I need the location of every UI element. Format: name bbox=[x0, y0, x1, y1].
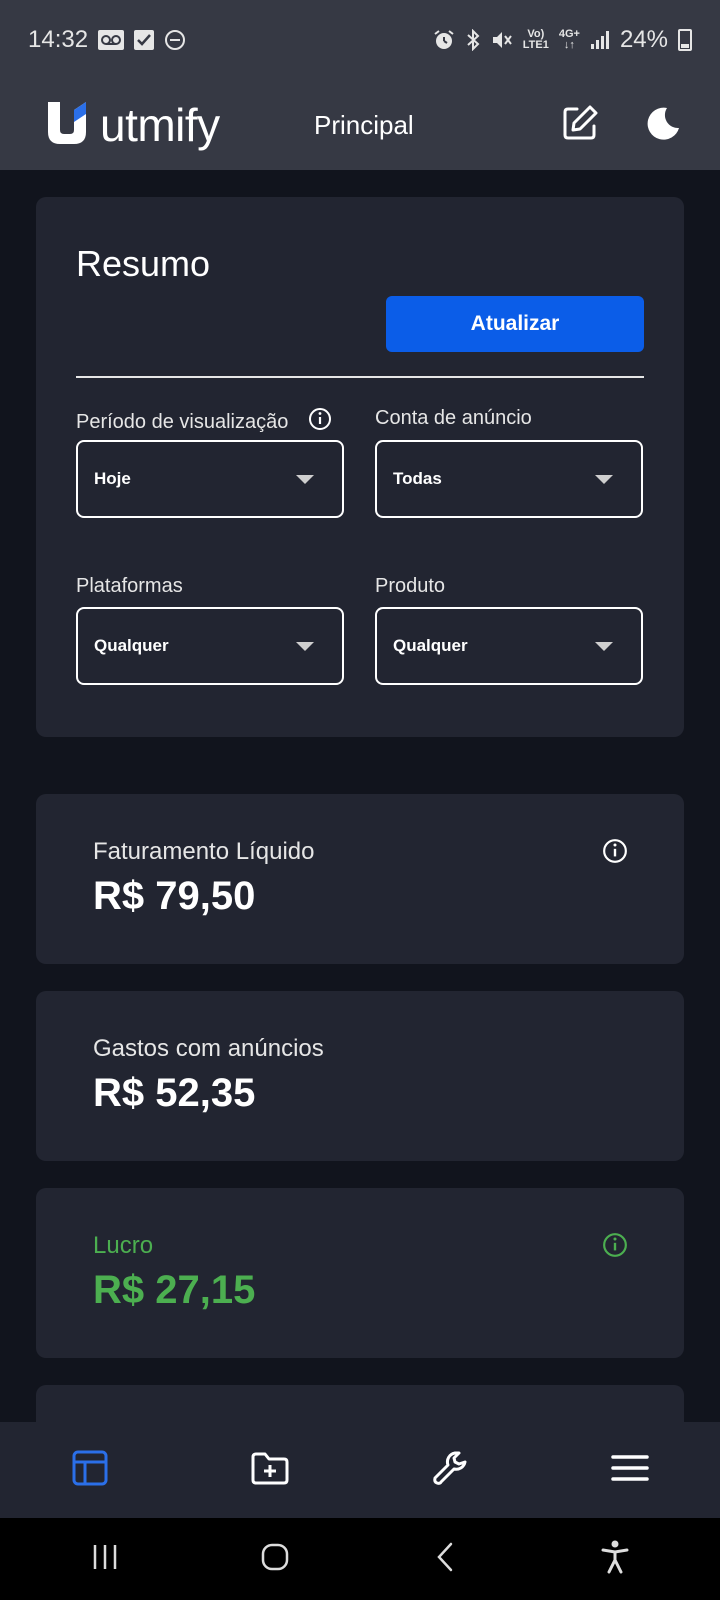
bottom-nav bbox=[0, 1422, 720, 1518]
alarm-icon bbox=[433, 29, 455, 51]
period-label-row: Período de visualização bbox=[76, 407, 332, 437]
signal-icon bbox=[590, 30, 610, 50]
header-actions bbox=[560, 80, 684, 170]
update-button[interactable]: Atualizar bbox=[386, 296, 644, 352]
platforms-label: Plataformas bbox=[76, 575, 183, 597]
edit-button[interactable] bbox=[560, 105, 600, 145]
dashboard-icon bbox=[71, 1449, 109, 1492]
network-type-bottom: ↓↑ bbox=[563, 39, 575, 51]
logo[interactable]: utmify bbox=[46, 98, 220, 152]
back-button[interactable] bbox=[405, 1529, 485, 1589]
moon-icon bbox=[647, 106, 681, 145]
account-label: Conta de anúncio bbox=[375, 407, 532, 429]
product-label: Produto bbox=[375, 575, 446, 597]
net-revenue-value: R$ 79,50 bbox=[93, 874, 256, 918]
platforms-label-row: Plataformas bbox=[76, 575, 183, 598]
bluetooth-icon bbox=[465, 29, 481, 51]
info-icon[interactable] bbox=[602, 1232, 628, 1258]
mute-icon bbox=[491, 29, 513, 51]
system-nav bbox=[0, 1518, 720, 1600]
info-icon[interactable] bbox=[602, 838, 628, 864]
account-label-row: Conta de anúncio bbox=[375, 407, 532, 430]
nav-dashboard[interactable] bbox=[45, 1425, 135, 1515]
battery-percent: 24% bbox=[619, 26, 668, 53]
voicemail-icon bbox=[98, 30, 125, 50]
do-not-disturb-icon bbox=[164, 29, 186, 51]
ad-spend-card: Gastos com anúncios R$ 52,35 bbox=[36, 991, 684, 1161]
folder-add-icon bbox=[250, 1449, 290, 1492]
period-value: Hoje bbox=[94, 469, 131, 488]
account-value: Todas bbox=[393, 469, 442, 488]
accessibility-button[interactable] bbox=[575, 1529, 655, 1589]
period-select[interactable]: Hoje bbox=[76, 440, 344, 518]
profit-label: Lucro bbox=[93, 1232, 154, 1259]
clock: 14:32 bbox=[28, 26, 89, 53]
product-select[interactable]: Qualquer bbox=[375, 607, 643, 685]
status-bar: 14:32 Vo) LTE1 4G+ ↓↑ 24% bbox=[0, 0, 720, 80]
summary-title: Resumo bbox=[76, 243, 211, 284]
ad-spend-label: Gastos com anúncios bbox=[93, 1035, 324, 1062]
product-value: Qualquer bbox=[393, 636, 468, 655]
accessibility-icon bbox=[601, 1540, 629, 1579]
wrench-icon bbox=[431, 1449, 469, 1492]
volte-bottom: LTE1 bbox=[522, 39, 549, 51]
status-right: Vo) LTE1 4G+ ↓↑ 24% bbox=[433, 26, 692, 54]
ad-spend-value: R$ 52,35 bbox=[93, 1071, 256, 1115]
nav-menu[interactable] bbox=[585, 1425, 675, 1515]
summary-card: Resumo Atualizar Período de visualização… bbox=[36, 197, 684, 737]
profit-card: Lucro R$ 27,15 bbox=[36, 1188, 684, 1358]
nav-new-folder[interactable] bbox=[225, 1425, 315, 1515]
logo-mark-icon bbox=[46, 100, 94, 151]
home-icon bbox=[260, 1542, 290, 1577]
home-button[interactable] bbox=[235, 1529, 315, 1589]
volte-icon: Vo) LTE1 bbox=[523, 29, 549, 51]
profit-value: R$ 27,15 bbox=[93, 1268, 256, 1312]
theme-toggle-button[interactable] bbox=[644, 105, 684, 145]
platforms-select[interactable]: Qualquer bbox=[76, 607, 344, 685]
edit-icon bbox=[561, 104, 599, 147]
recents-button[interactable] bbox=[65, 1529, 145, 1589]
status-left: 14:32 bbox=[28, 26, 186, 54]
chevron-down-icon bbox=[595, 641, 613, 651]
checkbox-icon bbox=[134, 30, 155, 50]
net-revenue-card: Faturamento Líquido R$ 79,50 bbox=[36, 794, 684, 964]
recents-icon bbox=[90, 1543, 120, 1576]
net-revenue-label: Faturamento Líquido bbox=[93, 838, 315, 865]
menu-icon bbox=[611, 1453, 649, 1488]
battery-icon bbox=[678, 29, 692, 51]
chevron-down-icon bbox=[595, 474, 613, 484]
period-info-icon[interactable] bbox=[308, 407, 332, 437]
period-label: Período de visualização bbox=[76, 410, 289, 433]
divider bbox=[76, 376, 644, 378]
back-icon bbox=[434, 1541, 456, 1578]
app-header: utmify Principal bbox=[0, 80, 720, 170]
page-title: Principal bbox=[314, 109, 414, 140]
logo-text: utmify bbox=[100, 99, 220, 151]
account-select[interactable]: Todas bbox=[375, 440, 643, 518]
chevron-down-icon bbox=[296, 641, 314, 651]
chevron-down-icon bbox=[296, 474, 314, 484]
nav-tools[interactable] bbox=[405, 1425, 495, 1515]
product-label-row: Produto bbox=[375, 575, 445, 598]
platforms-value: Qualquer bbox=[94, 636, 169, 655]
network-type-icon: 4G+ ↓↑ bbox=[559, 29, 580, 51]
